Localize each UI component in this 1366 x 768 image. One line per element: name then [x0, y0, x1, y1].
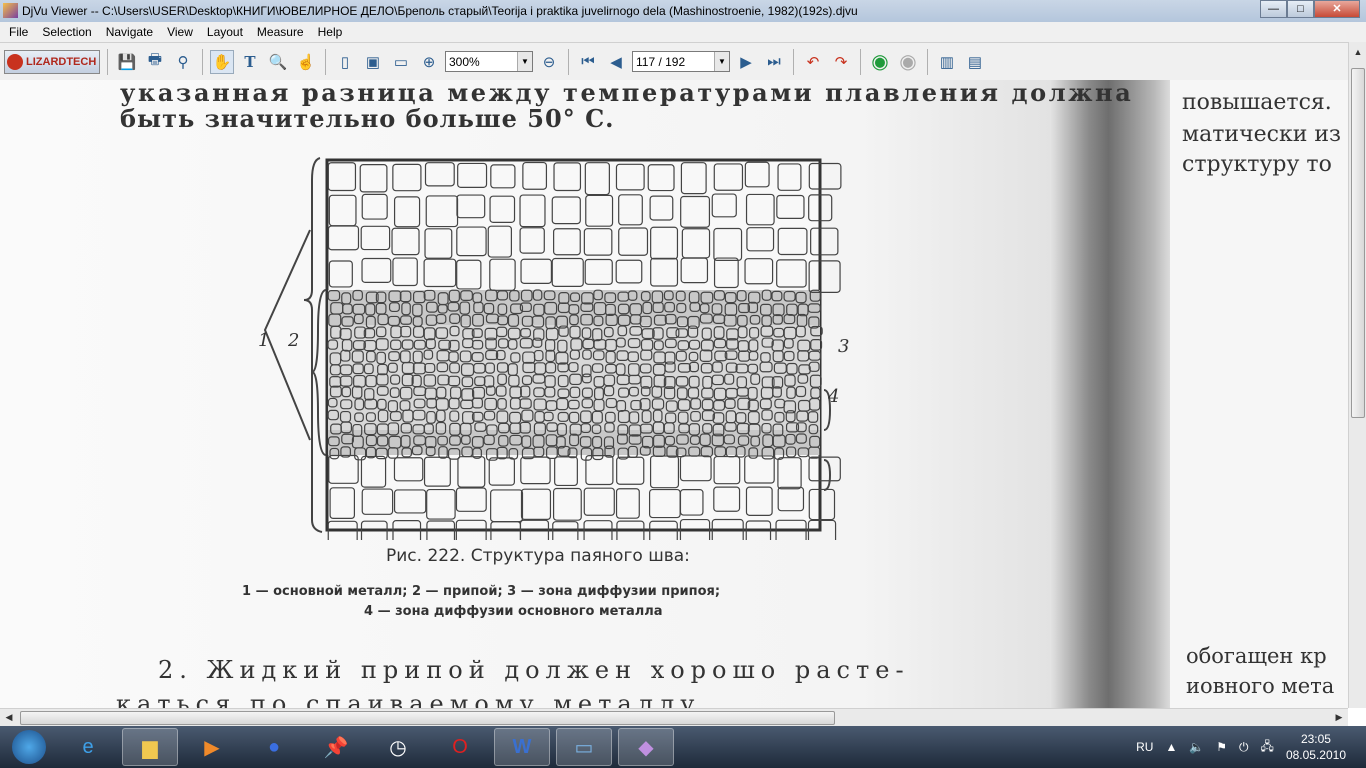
- actual-size-icon[interactable]: ▭: [389, 50, 413, 74]
- scroll-right-icon[interactable]: ▶: [1331, 709, 1347, 725]
- print-icon[interactable]: 🖶: [143, 50, 167, 74]
- text-line: указанная разница между температурами пл…: [120, 80, 1134, 107]
- taskbar: e ▆ ▶ ● 📌 ◷ O W ▭ ◆ RU ▲ 🔈 ⚑ ⏻ 🖧 23:05 08…: [0, 726, 1366, 768]
- text-line: структуру то: [1182, 152, 1332, 177]
- djvu-app-icon: [3, 3, 18, 18]
- chevron-down-icon[interactable]: ▼: [714, 52, 729, 71]
- volume-icon[interactable]: 🔈: [1189, 740, 1204, 754]
- minimize-button[interactable]: —: [1260, 0, 1287, 18]
- window-title: DjVu Viewer -- C:\Users\USER\Desktop\КНИ…: [22, 4, 858, 18]
- clock[interactable]: 23:05 08.05.2010: [1286, 731, 1346, 763]
- action-center-flag-icon[interactable]: ⚑: [1216, 740, 1227, 754]
- weld-structure-figure: [263, 157, 842, 540]
- menu-layout[interactable]: Layout: [200, 25, 250, 39]
- prev-page-icon[interactable]: ◀: [604, 50, 628, 74]
- text-line: 2. Жидкий припой должен хорошо расте-: [158, 656, 910, 684]
- menu-navigate[interactable]: Navigate: [99, 25, 160, 39]
- save-icon[interactable]: 💾: [115, 50, 139, 74]
- figure-label-2: 2: [288, 330, 300, 351]
- find-binoculars-icon[interactable]: ⚲: [171, 50, 195, 74]
- rotate-right-icon[interactable]: ↷: [829, 50, 853, 74]
- title-bar: DjVu Viewer -- C:\Users\USER\Desktop\КНИ…: [0, 0, 1366, 22]
- document-view[interactable]: указанная разница между температурами пл…: [0, 80, 1348, 708]
- figure-label-1: 1: [258, 330, 270, 351]
- pin-app-icon[interactable]: 📌: [308, 728, 364, 766]
- page-select[interactable]: 117 / 192 ▼: [632, 51, 730, 72]
- zoom-select[interactable]: 300% ▼: [445, 51, 533, 72]
- text-line: повышается.: [1182, 90, 1332, 115]
- explorer-icon[interactable]: ▆: [122, 728, 178, 766]
- next-page-icon[interactable]: ▶: [734, 50, 758, 74]
- close-button[interactable]: ✕: [1314, 0, 1360, 18]
- scroll-left-icon[interactable]: ◀: [1, 709, 17, 725]
- rotate-left-icon[interactable]: ↶: [801, 50, 825, 74]
- figure-label-3: 3: [838, 336, 850, 357]
- horizontal-scrollbar[interactable]: ◀ ▶: [0, 708, 1348, 726]
- hand-tool-icon[interactable]: ✋: [210, 49, 234, 74]
- menu-file[interactable]: File: [2, 25, 35, 39]
- fit-page-icon[interactable]: ▯: [333, 50, 357, 74]
- lizardtech-logo[interactable]: LIZARDTECH: [4, 49, 100, 74]
- continuous-layout-icon[interactable]: ▥: [935, 50, 959, 74]
- menu-view[interactable]: View: [160, 25, 200, 39]
- user-app-icon[interactable]: ●: [246, 728, 302, 766]
- network-icon[interactable]: 🖧: [1261, 737, 1274, 758]
- forward-icon[interactable]: ◉: [896, 50, 920, 74]
- fit-width-icon[interactable]: ▣: [361, 50, 385, 74]
- scrollbar-thumb[interactable]: [20, 711, 835, 725]
- djvu-viewer-task-icon[interactable]: ◆: [618, 728, 674, 766]
- scrollbar-thumb[interactable]: [1351, 68, 1365, 418]
- brace-2: [311, 289, 327, 456]
- zoom-in-icon[interactable]: ⊕: [417, 50, 441, 74]
- text-line: каться по спаиваемому металлу.: [116, 690, 714, 708]
- brace-1: [303, 157, 323, 533]
- text-select-icon[interactable]: T: [238, 50, 262, 74]
- word-icon[interactable]: W: [494, 728, 550, 766]
- thumbnails-icon[interactable]: ▤: [963, 50, 987, 74]
- text-line: матически из: [1182, 122, 1342, 147]
- figure-label-4: 4: [828, 386, 840, 407]
- first-page-icon[interactable]: ⏮: [576, 50, 600, 74]
- show-hidden-icons-icon[interactable]: ▲: [1165, 740, 1177, 754]
- media-player-icon[interactable]: ▶: [184, 728, 240, 766]
- figure-legend: 4 — зона диффузии основного металла: [364, 604, 663, 619]
- zoom-out-icon[interactable]: ⊖: [537, 50, 561, 74]
- text-line: иовного мета: [1186, 674, 1335, 698]
- maximize-button[interactable]: □: [1287, 0, 1314, 18]
- figure-caption: Рис. 222. Структура паяного шва:: [386, 546, 690, 566]
- brace-4: [823, 459, 832, 491]
- text-line: обогащен кр: [1186, 644, 1327, 668]
- system-tray: RU ▲ 🔈 ⚑ ⏻ 🖧 23:05 08.05.2010: [1136, 726, 1346, 768]
- internet-explorer-icon[interactable]: e: [60, 728, 116, 766]
- back-icon[interactable]: ◉: [868, 50, 892, 74]
- toolbar: LIZARDTECH 💾 🖶 ⚲ ✋ T 🔍 ☝ ▯ ▣ ▭ ⊕ 300% ▼ ⊖…: [0, 42, 1348, 80]
- zoom-rect-icon[interactable]: 🔍: [266, 50, 290, 74]
- picture-viewer-icon[interactable]: ▭: [556, 728, 612, 766]
- windows-logo-icon: [12, 730, 46, 764]
- menu-selection[interactable]: Selection: [35, 25, 98, 39]
- opera-icon[interactable]: O: [432, 728, 488, 766]
- scroll-up-icon[interactable]: ▲: [1350, 44, 1366, 60]
- last-page-icon[interactable]: ⏭: [762, 50, 786, 74]
- lizardtech-icon: [7, 53, 23, 70]
- language-indicator[interactable]: RU: [1136, 740, 1153, 754]
- power-icon[interactable]: ⏻: [1239, 740, 1249, 755]
- figure-legend: 1 — основной металл; 2 — припой; 3 — зон…: [242, 584, 721, 599]
- menu-measure[interactable]: Measure: [250, 25, 311, 39]
- menu-help[interactable]: Help: [311, 25, 350, 39]
- vertical-scrollbar[interactable]: ▲: [1348, 42, 1366, 708]
- magnifier-hand-icon[interactable]: ☝: [294, 50, 318, 74]
- start-button[interactable]: [4, 727, 54, 767]
- text-line: быть значительно больше 50° С.: [120, 104, 615, 133]
- clock-app-icon[interactable]: ◷: [370, 728, 426, 766]
- chevron-down-icon[interactable]: ▼: [517, 52, 532, 71]
- menu-bar: File Selection Navigate View Layout Meas…: [0, 22, 1366, 42]
